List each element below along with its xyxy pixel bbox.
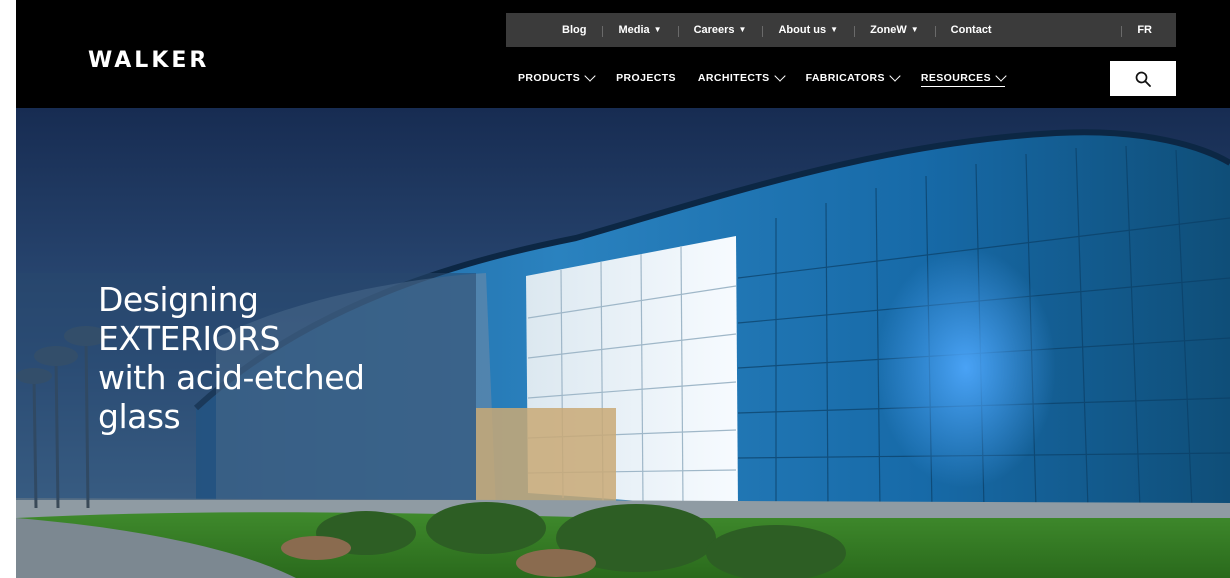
search-button[interactable] bbox=[1110, 61, 1176, 96]
chevron-down-icon: ▼ bbox=[653, 24, 662, 34]
chevron-down-icon: ▼ bbox=[738, 24, 747, 34]
nav-item-label: PRODUCTS bbox=[518, 72, 581, 84]
hero-headline-line: glass bbox=[98, 397, 181, 436]
utility-link-label: Media bbox=[618, 24, 650, 36]
nav-item-label: FABRICATORS bbox=[805, 72, 885, 84]
utility-link-media[interactable]: Media ▼ bbox=[602, 24, 677, 37]
chevron-down-icon: ▼ bbox=[910, 24, 919, 34]
hero-headline-line: with acid-etched bbox=[98, 358, 365, 397]
main-nav: PRODUCTS PROJECTS ARCHITECTS FABRICATORS… bbox=[518, 66, 1027, 92]
hero-headline-line: EXTERIORS bbox=[98, 319, 280, 358]
language-toggle-fr[interactable]: FR bbox=[1121, 24, 1176, 37]
site-header: WALKER Blog Media ▼ Careers ▼ About us ▼ Zo… bbox=[0, 0, 1230, 108]
utility-link-label: FR bbox=[1137, 24, 1152, 36]
chevron-down-icon: ▼ bbox=[830, 24, 839, 34]
nav-item-products[interactable]: PRODUCTS bbox=[518, 70, 596, 86]
utility-link-label: Blog bbox=[562, 24, 587, 36]
utility-link-contact[interactable]: Contact bbox=[934, 24, 1008, 37]
utility-link-about-us[interactable]: About us ▼ bbox=[762, 24, 854, 37]
nav-item-fabricators[interactable]: FABRICATORS bbox=[805, 70, 901, 86]
hero-headline-line: Designing bbox=[98, 280, 259, 319]
utility-link-label: ZoneW bbox=[870, 24, 907, 36]
chevron-down-icon bbox=[584, 70, 596, 82]
nav-item-architects[interactable]: ARCHITECTS bbox=[697, 70, 786, 86]
hero-headline: Designing EXTERIORS with acid-etched gla… bbox=[98, 280, 365, 436]
nav-item-projects[interactable]: PROJECTS bbox=[616, 72, 676, 86]
utility-nav: Blog Media ▼ Careers ▼ About us ▼ ZoneW ▼ Co… bbox=[506, 13, 1176, 47]
utility-link-careers[interactable]: Careers ▼ bbox=[677, 24, 763, 37]
utility-link-zonew[interactable]: ZoneW ▼ bbox=[854, 24, 935, 37]
chevron-down-icon bbox=[889, 70, 901, 82]
search-icon bbox=[1135, 71, 1151, 87]
chevron-down-icon bbox=[995, 69, 1007, 82]
walker-logo[interactable]: WALKER bbox=[88, 48, 209, 73]
chevron-down-icon bbox=[773, 70, 786, 82]
utility-link-label: Careers bbox=[693, 24, 735, 36]
utility-link-label: About us bbox=[778, 24, 827, 36]
utility-link-label: Contact bbox=[950, 24, 992, 36]
utility-link-blog[interactable]: Blog bbox=[546, 24, 602, 36]
nav-item-label: PROJECTS bbox=[616, 72, 676, 84]
nav-item-label: RESOURCES bbox=[920, 71, 991, 84]
nav-item-resources[interactable]: RESOURCES bbox=[920, 69, 1007, 87]
nav-item-label: ARCHITECTS bbox=[697, 72, 770, 84]
